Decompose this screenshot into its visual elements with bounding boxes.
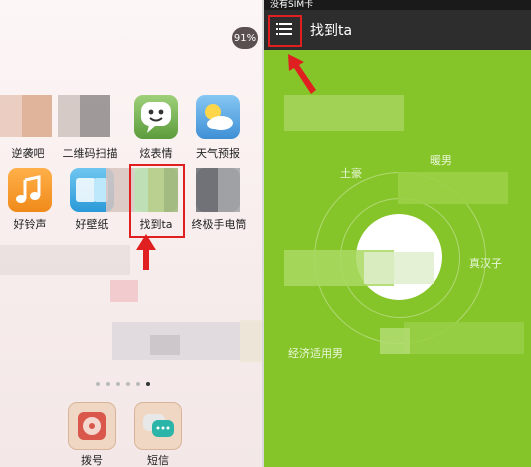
app-label: 天气预报 <box>196 147 240 160</box>
radar-label[interactable]: 暖男 <box>430 152 452 168</box>
page-dot <box>126 382 130 386</box>
blurred-region <box>240 320 263 362</box>
page-indicator[interactable] <box>96 382 150 386</box>
status-bar: 没有SIM卡 <box>264 0 531 10</box>
blurred-region <box>404 322 524 354</box>
blurred-region <box>150 335 180 355</box>
blurred-region <box>58 95 80 137</box>
page-dot <box>96 382 100 386</box>
page-dot <box>136 382 140 386</box>
blurred-region <box>80 95 110 137</box>
carrier-status: 没有SIM卡 <box>270 0 314 10</box>
radar-label[interactable]: 土豪 <box>340 165 362 181</box>
dock-label: 短信 <box>147 454 169 467</box>
blurred-region <box>284 95 404 131</box>
page-dot <box>116 382 120 386</box>
blurred-region <box>22 95 52 137</box>
zhaodaota-app-screen: 没有SIM卡 找到ta 土豪 暖男 真汉子 经济适用男 <box>264 0 531 467</box>
rotary-phone-icon <box>78 412 106 440</box>
red-arrow-icon <box>136 234 156 270</box>
blurred-region <box>380 328 410 354</box>
blurred-region <box>398 172 508 204</box>
app-label: 二维码扫描 <box>62 147 118 160</box>
app-label: 逆袭吧 <box>11 147 45 160</box>
app-label: 终极手电筒 <box>191 218 247 231</box>
highlight-box <box>129 164 185 238</box>
red-arrow-icon <box>288 54 316 94</box>
sun-cloud-icon <box>205 104 233 130</box>
chat-face-icon <box>141 102 171 133</box>
blurred-region <box>110 280 138 302</box>
radar-label[interactable]: 真汉子 <box>469 255 502 271</box>
highlight-box <box>268 15 302 47</box>
phone-home-screen: 91% 逆袭吧 二维码扫描 炫表情 天气预报 好铃声 好壁纸 找到ta 终极手电… <box>0 0 263 467</box>
app-label: 好铃声 <box>13 218 47 231</box>
top-bar: 找到ta <box>264 10 531 50</box>
radar-label[interactable]: 经济适用男 <box>288 345 343 361</box>
app-label: 好壁纸 <box>75 218 109 231</box>
battery-badge: 91% <box>232 27 258 49</box>
weather-app-icon[interactable] <box>196 95 240 139</box>
app-label: 炫表情 <box>139 147 173 160</box>
dock-label: 拨号 <box>81 454 103 467</box>
page-dot <box>106 382 110 386</box>
music-note-icon <box>16 175 41 203</box>
blurred-region <box>0 245 130 275</box>
flashlight-app-icon[interactable] <box>196 168 240 212</box>
speech-bubble-icon <box>143 414 174 437</box>
app-title: 找到ta <box>310 23 353 39</box>
sms-app-icon[interactable] <box>134 402 182 450</box>
haolingsheng-app-icon[interactable] <box>8 168 52 212</box>
dialer-app-icon[interactable] <box>68 402 116 450</box>
blurred-region <box>364 252 434 284</box>
xuanbiaoqing-app-icon[interactable] <box>134 95 178 139</box>
page-dot-active <box>146 382 150 386</box>
blurred-region <box>0 95 22 137</box>
